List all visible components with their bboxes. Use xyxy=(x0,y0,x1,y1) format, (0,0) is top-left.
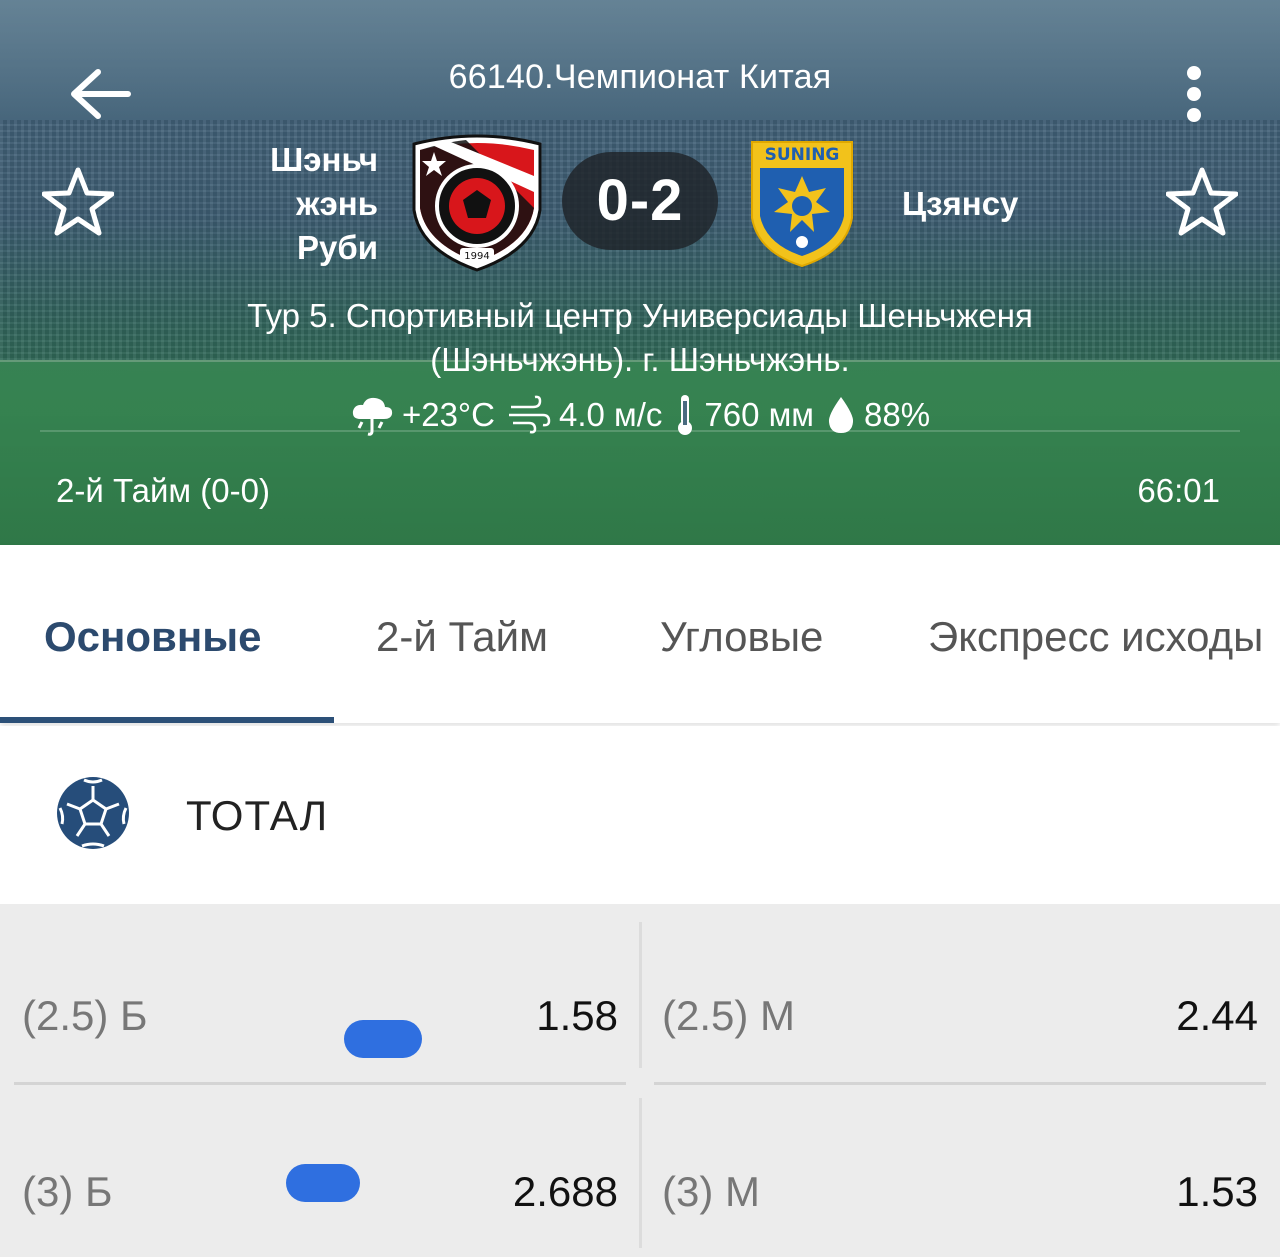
odds-label: (2.5) М xyxy=(662,992,796,1039)
soccer-ball-icon xyxy=(56,776,130,850)
temperature-value: +23°C xyxy=(401,396,495,433)
weather-bar: +23°C 4.0 м/с 760 мм 88% xyxy=(0,390,1280,440)
home-team-logo: 1994 xyxy=(406,132,548,274)
active-tab-indicator xyxy=(0,717,334,723)
away-logo-text: SUNING xyxy=(765,145,840,165)
home-team-name-line: Шэньч xyxy=(270,141,378,178)
odds-value: 2.44 xyxy=(1176,992,1258,1039)
wind-icon xyxy=(507,395,551,435)
market-title: ТОТАЛ xyxy=(186,792,329,839)
tab-main[interactable]: Основные xyxy=(44,613,261,661)
match-period: 2-й Тайм (0-0) xyxy=(56,472,270,509)
tab-corners[interactable]: Угловые xyxy=(660,613,823,661)
favorite-home-star-icon[interactable] xyxy=(41,166,115,238)
temperature: +23°C xyxy=(350,393,495,437)
odds-cell-over-2-5[interactable]: (2.5) Б 1.58 xyxy=(0,920,618,1080)
home-team-name-line: жэнь xyxy=(296,185,378,222)
venue-line: (Шэньчжэнь). г. Шэньчжэнь. xyxy=(430,341,850,378)
odds-label: (3) Б xyxy=(22,1168,113,1215)
back-arrow-icon[interactable] xyxy=(64,60,136,132)
odds-value: 1.53 xyxy=(1176,1168,1258,1215)
thermometer-icon xyxy=(674,393,696,437)
away-team-logo: SUNING xyxy=(746,138,858,268)
wind: 4.0 м/с xyxy=(507,395,662,435)
annotation-mark xyxy=(344,1020,422,1058)
away-team-name[interactable]: Цзянсу xyxy=(902,182,1102,226)
home-team-name[interactable]: Шэньч жэнь Руби xyxy=(190,138,378,270)
odds-label: (2.5) Б xyxy=(22,992,148,1039)
wind-value: 4.0 м/с xyxy=(558,396,663,433)
humidity-value: 88% xyxy=(863,396,931,433)
odds-label: (3) М xyxy=(662,1168,760,1215)
home-team-name-line: Руби xyxy=(296,229,378,266)
water-drop-icon xyxy=(826,395,856,435)
market-header[interactable]: ТОТАЛ xyxy=(0,726,1280,904)
favorite-away-star-icon[interactable] xyxy=(1165,166,1239,238)
tab-express-outcomes[interactable]: Экспресс исходы xyxy=(928,613,1263,661)
market-tabs: Основные 2-й Тайм Угловые Экспресс исход… xyxy=(0,545,1280,723)
league-title: 66140.Чемпионат Китая xyxy=(448,58,832,96)
odds-value: 1.58 xyxy=(536,992,618,1039)
pressure-value: 760 мм xyxy=(704,396,814,433)
venue-line: Тур 5. Спортивный центр Универсиады Шень… xyxy=(247,297,1033,334)
humidity: 88% xyxy=(826,395,930,435)
row-divider xyxy=(654,1082,1266,1085)
row-divider xyxy=(14,1082,626,1085)
venue-info: Тур 5. Спортивный центр Универсиады Шень… xyxy=(160,294,1120,382)
match-header: 66140.Чемпионат Китая Шэньч жэнь Руби 19… xyxy=(0,0,1280,545)
svg-text:1994: 1994 xyxy=(464,251,489,262)
odds-cell-under-2-5[interactable]: (2.5) М 2.44 xyxy=(640,920,1258,1080)
tab-second-half[interactable]: 2-й Тайм xyxy=(376,613,548,661)
odds-grid: (2.5) Б 1.58 (2.5) М 2.44 (3) Б 2.688 (3… xyxy=(0,904,1280,1257)
match-score: 0-2 xyxy=(562,152,718,250)
column-divider xyxy=(639,1098,642,1248)
pressure: 760 мм xyxy=(674,393,814,437)
match-clock: 66:01 xyxy=(1137,472,1220,509)
rain-cloud-icon xyxy=(350,393,394,437)
more-vert-icon[interactable] xyxy=(1170,60,1218,132)
annotation-mark xyxy=(286,1164,360,1202)
column-divider xyxy=(639,922,642,1068)
odds-cell-under-3[interactable]: (3) М 1.53 xyxy=(640,1096,1258,1256)
odds-value: 2.688 xyxy=(512,1168,618,1215)
stadium-pitch xyxy=(0,360,1280,545)
